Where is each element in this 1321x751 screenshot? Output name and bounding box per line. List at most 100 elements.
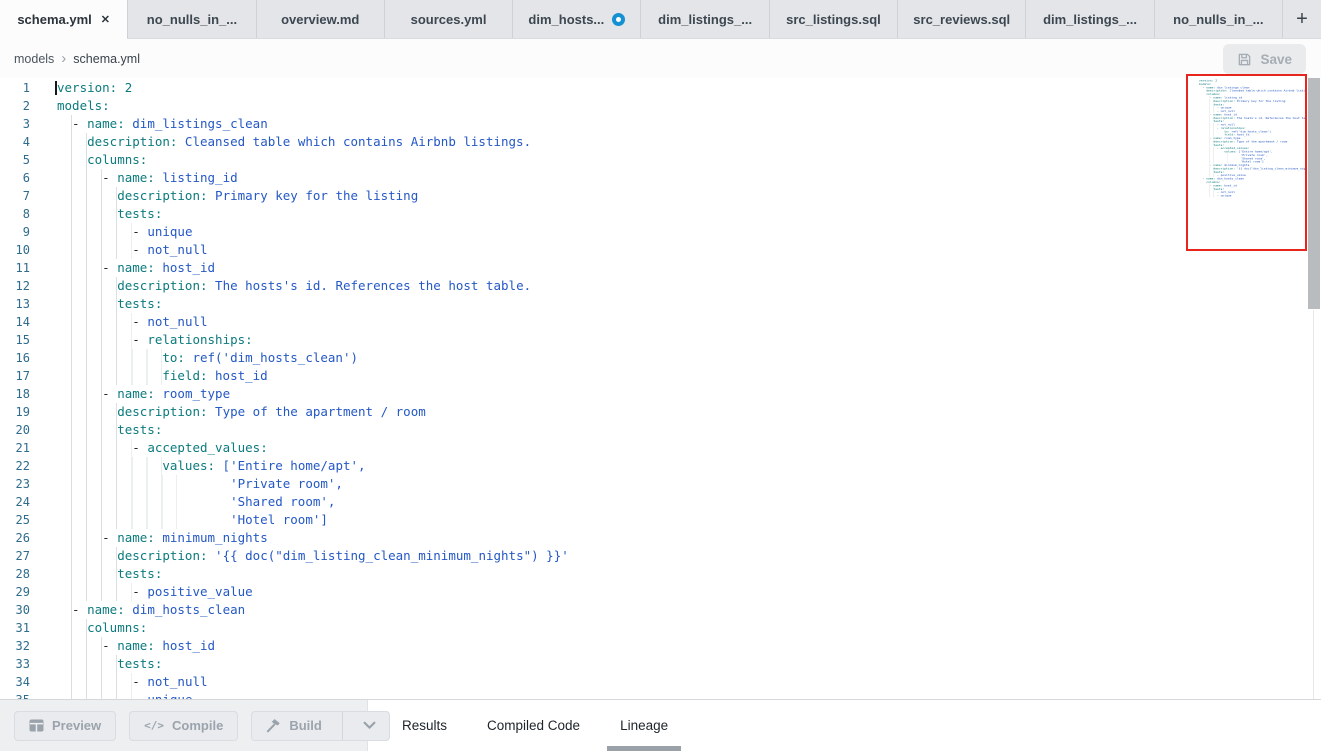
line-number: 34 <box>0 673 30 691</box>
tab-overview-md[interactable]: overview.md <box>256 0 384 38</box>
code-text: tests: <box>57 421 162 439</box>
tab-dim-listings[interactable]: dim_listings_... <box>640 0 768 38</box>
preview-button[interactable]: Preview <box>14 711 116 741</box>
code-line[interactable]: 22values: ['Entire home/apt', <box>0 457 1321 475</box>
tab-results[interactable]: Results <box>400 700 449 751</box>
line-number: 10 <box>0 241 30 259</box>
breadcrumb-item[interactable]: schema.yml <box>73 52 140 66</box>
token: version: <box>57 80 117 95</box>
code-line[interactable]: 8tests: <box>0 205 1321 223</box>
save-button[interactable]: Save <box>1223 44 1306 74</box>
code-line[interactable]: 14- not_null <box>0 313 1321 331</box>
code-line[interactable]: 16to: ref('dim_hosts_clean') <box>0 349 1321 367</box>
scrollbar-thumb[interactable] <box>1308 78 1320 309</box>
tab-lineage[interactable]: Lineage <box>618 700 670 751</box>
code-line[interactable]: 6- name: listing_id <box>0 169 1321 187</box>
line-number: 13 <box>0 295 30 313</box>
code-line[interactable]: 32- name: host_id <box>0 637 1321 655</box>
line-number: 9 <box>0 223 30 241</box>
code-line[interactable]: 7description: Primary key for the listin… <box>0 187 1321 205</box>
code-line[interactable]: 5 columns: <box>0 151 1321 169</box>
code-editor[interactable]: 1version: 22models:3- name: dim_listings… <box>0 78 1321 700</box>
token: columns: <box>87 620 147 635</box>
code-line[interactable]: 26- name: minimum_nights <box>0 529 1321 547</box>
token: - <box>72 116 87 131</box>
breadcrumb: models › schema.yml <box>14 39 140 78</box>
token: room_type <box>155 386 230 401</box>
tab-compiled-code[interactable]: Compiled Code <box>485 700 582 751</box>
code-line[interactable]: 11- name: host_id <box>0 259 1321 277</box>
line-number: 2 <box>0 97 30 115</box>
tab-src-reviews-sql[interactable]: src_reviews.sql <box>897 0 1025 38</box>
code-line[interactable]: 24'Shared room', <box>0 493 1321 511</box>
tab-schema-yml[interactable]: schema.yml✕ <box>0 0 127 38</box>
code-line[interactable]: 9- unique <box>0 223 1321 241</box>
indent-guides <box>57 403 117 421</box>
code-line[interactable]: 25'Hotel room'] <box>0 511 1321 529</box>
code-icon: </> <box>144 719 164 732</box>
code-text: values: ['Entire home/apt', <box>57 457 366 475</box>
button-label: Preview <box>52 718 101 733</box>
code-text: columns: <box>57 151 147 169</box>
code-line[interactable]: 2models: <box>0 97 1321 115</box>
code-line[interactable]: 19description: Type of the apartment / r… <box>0 403 1321 421</box>
line-number: 20 <box>0 421 30 439</box>
line-number: 24 <box>0 493 30 511</box>
indent-guides <box>57 133 87 151</box>
new-tab-button[interactable]: + <box>1282 0 1321 38</box>
close-icon[interactable]: ✕ <box>101 13 110 26</box>
line-number: 30 <box>0 601 30 619</box>
code-line[interactable]: 34- not_null <box>0 673 1321 691</box>
chevron-down-icon[interactable] <box>351 712 389 740</box>
line-number: 23 <box>0 475 30 493</box>
tab-label: overview.md <box>281 12 359 27</box>
code-line[interactable]: 10- not_null <box>0 241 1321 259</box>
line-number: 5 <box>0 151 30 169</box>
line-number: 28 <box>0 565 30 583</box>
chevron-right-icon: › <box>61 51 66 66</box>
code-line[interactable]: 1version: 2 <box>0 79 1321 97</box>
code-line[interactable]: 23 'Private room', <box>0 475 1321 493</box>
breadcrumb-item[interactable]: models <box>14 52 54 66</box>
token: description: <box>117 548 207 563</box>
token: not_null <box>147 314 207 329</box>
code-line[interactable]: 33tests: <box>0 655 1321 673</box>
line-number: 26 <box>0 529 30 547</box>
tab-dim-hosts[interactable]: dim_hosts... <box>512 0 640 38</box>
code-line[interactable]: 21- accepted_values: <box>0 439 1321 457</box>
code-line[interactable]: 27description: '{{ doc("dim_listing_clea… <box>0 547 1321 565</box>
indent-guides <box>57 511 177 529</box>
text-cursor <box>55 81 57 95</box>
code-line[interactable]: 13tests: <box>0 295 1321 313</box>
token: name: <box>117 530 155 545</box>
code-text: description: '{{ doc("dim_listing_clean_… <box>57 547 569 565</box>
code-line[interactable]: 20 tests: <box>0 421 1321 439</box>
minimap-line: - unique <box>1192 194 1307 197</box>
token: 'Private room', <box>230 476 343 491</box>
minimap-viewport[interactable]: version: 2models:- name: dim_listings_cl… <box>1186 74 1307 251</box>
tab-dim-listings[interactable]: dim_listings_... <box>1025 0 1153 38</box>
compile-button[interactable]: </>Compile <box>129 711 238 741</box>
code-line[interactable]: 17field: host_id <box>0 367 1321 385</box>
code-line[interactable]: 3- name: dim_listings_clean <box>0 115 1321 133</box>
tab-no-nulls-in[interactable]: no_nulls_in_... <box>127 0 255 38</box>
build-button[interactable]: Build <box>251 711 390 741</box>
code-line[interactable]: 12description: The hosts's id. Reference… <box>0 277 1321 295</box>
code-text: - name: room_type <box>57 385 230 403</box>
code-line[interactable]: 15- relationships: <box>0 331 1321 349</box>
code-line[interactable]: 30- name: dim_hosts_clean <box>0 601 1321 619</box>
indent-guides <box>57 205 117 223</box>
tab-no-nulls-in[interactable]: no_nulls_in_... <box>1154 0 1282 38</box>
code-line[interactable]: 4description: Cleansed table which conta… <box>0 133 1321 151</box>
code-line[interactable]: 31columns: <box>0 619 1321 637</box>
code-text: description: The hosts's id. References … <box>57 277 531 295</box>
tab-sources-yml[interactable]: sources.yml <box>384 0 512 38</box>
code-line[interactable]: 18- name: room_type <box>0 385 1321 403</box>
token: description: <box>117 278 207 293</box>
line-number: 32 <box>0 637 30 655</box>
token: - <box>132 584 147 599</box>
code-line[interactable]: 28tests: <box>0 565 1321 583</box>
indent-guides <box>1199 194 1217 197</box>
tab-src-listings-sql[interactable]: src_listings.sql <box>769 0 897 38</box>
code-line[interactable]: 29- positive_value <box>0 583 1321 601</box>
